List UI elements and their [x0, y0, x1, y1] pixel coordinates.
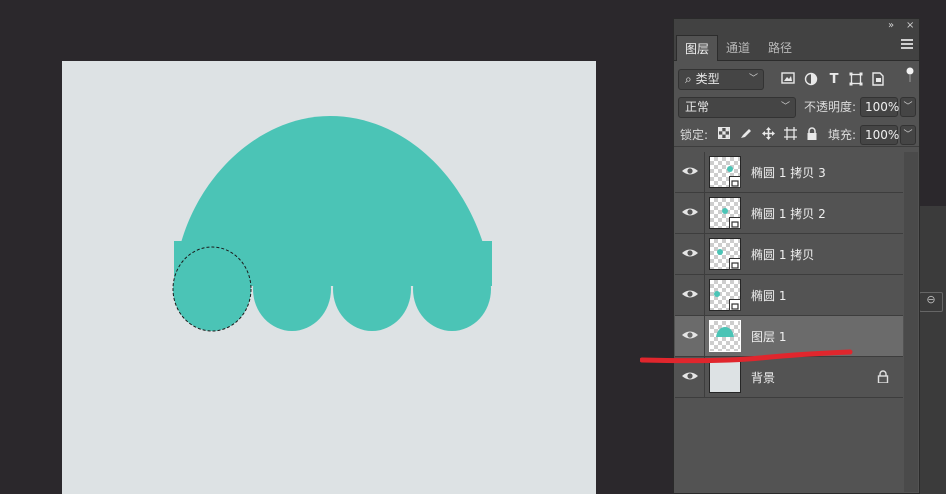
eye-icon[interactable] — [681, 246, 699, 262]
shape-filter-icon[interactable] — [848, 72, 864, 88]
fill-label: 填充: — [828, 128, 857, 142]
layer-name: 椭圆 1 拷贝 2 — [751, 207, 826, 221]
smart-object-icon — [729, 258, 741, 270]
lock-position-icon[interactable] — [760, 127, 776, 143]
opacity-label: 不透明度: — [804, 100, 857, 114]
link-icon[interactable]: ⊖ — [919, 292, 943, 312]
smart-object-icon — [729, 299, 741, 311]
lock-all-icon[interactable] — [804, 127, 820, 143]
blend-row: 正常 ﹀ 不透明度: 100% ﹀ — [674, 97, 919, 119]
fill-input[interactable]: 100% ﹀ — [860, 125, 916, 145]
layer-name: 椭圆 1 拷贝 3 — [751, 166, 826, 180]
eye-icon[interactable] — [681, 328, 699, 344]
chevron-down-icon: ﹀ — [748, 74, 758, 84]
eye-icon[interactable] — [681, 369, 699, 385]
layer-name: 图层 1 — [751, 330, 787, 344]
opacity-dropdown-icon[interactable]: ﹀ — [900, 97, 916, 117]
chevron-down-icon: ﹀ — [780, 102, 790, 112]
layers-scrollbar[interactable] — [904, 152, 918, 492]
filter-row: ⌕ 类型 ﹀ T — [674, 67, 919, 93]
eye-icon[interactable] — [681, 287, 699, 303]
opacity-value: 100% — [865, 100, 900, 114]
layer-name: 椭圆 1 — [751, 289, 787, 303]
panel-tabs: 图层 通道 路径 — [674, 33, 919, 61]
blend-mode-select[interactable]: 正常 ﹀ — [678, 97, 796, 118]
collapse-icon[interactable]: » — [888, 19, 894, 33]
layer-name: 背景 — [751, 371, 776, 385]
red-underline-annotation — [640, 349, 853, 364]
smart-object-icon — [729, 217, 741, 229]
image-filter-icon[interactable] — [780, 72, 796, 88]
tab-layers[interactable]: 图层 — [676, 35, 719, 61]
tab-paths[interactable]: 路径 — [760, 35, 800, 61]
search-icon: ⌕ — [685, 72, 692, 86]
artwork — [172, 116, 492, 332]
fill-dropdown-icon[interactable]: ﹀ — [900, 125, 916, 145]
layers-panel: » × 图层 通道 路径 ⌕ 类型 ﹀ T 正常 ﹀ 不透明度: 100% ﹀ … — [673, 18, 920, 494]
lock-pixels-icon[interactable] — [738, 127, 754, 143]
canvas-area — [0, 0, 670, 494]
close-icon[interactable]: × — [906, 19, 914, 33]
blend-mode-value: 正常 — [685, 100, 710, 114]
tab-channels[interactable]: 通道 — [718, 35, 758, 61]
layer-row[interactable]: 椭圆 1 — [675, 275, 903, 316]
smart-object-filter-icon[interactable] — [870, 72, 886, 88]
lock-row: 锁定: 填充: 100% ﹀ — [674, 125, 919, 147]
filter-kind-label: 类型 — [695, 72, 720, 86]
eye-icon[interactable] — [681, 205, 699, 221]
lock-label: 锁定: — [680, 128, 709, 142]
opacity-input[interactable]: 100% ﹀ — [860, 97, 916, 117]
layer-row[interactable]: 椭圆 1 拷贝 2 — [675, 193, 903, 234]
dock-text-fragment — [919, 256, 943, 276]
lock-artboard-icon[interactable] — [782, 127, 798, 143]
layer-row[interactable]: 椭圆 1 拷贝 — [675, 234, 903, 275]
adjustment-filter-icon[interactable] — [803, 72, 819, 88]
document-canvas[interactable] — [62, 61, 596, 494]
lock-transparent-icon[interactable] — [716, 127, 732, 143]
filter-toggle-icon[interactable] — [902, 67, 918, 83]
fill-value: 100% — [865, 128, 900, 142]
panel-titlebar: » × — [674, 19, 919, 33]
panel-menu-icon[interactable] — [901, 39, 913, 49]
filter-kind-select[interactable]: ⌕ 类型 ﹀ — [678, 69, 764, 90]
eye-icon[interactable] — [681, 164, 699, 180]
lock-icon — [877, 370, 889, 384]
layer-row[interactable]: 椭圆 1 拷贝 3 — [675, 152, 903, 193]
type-filter-icon[interactable]: T — [826, 72, 842, 88]
smart-object-icon — [729, 176, 741, 188]
layer-name: 椭圆 1 拷贝 — [751, 248, 815, 262]
